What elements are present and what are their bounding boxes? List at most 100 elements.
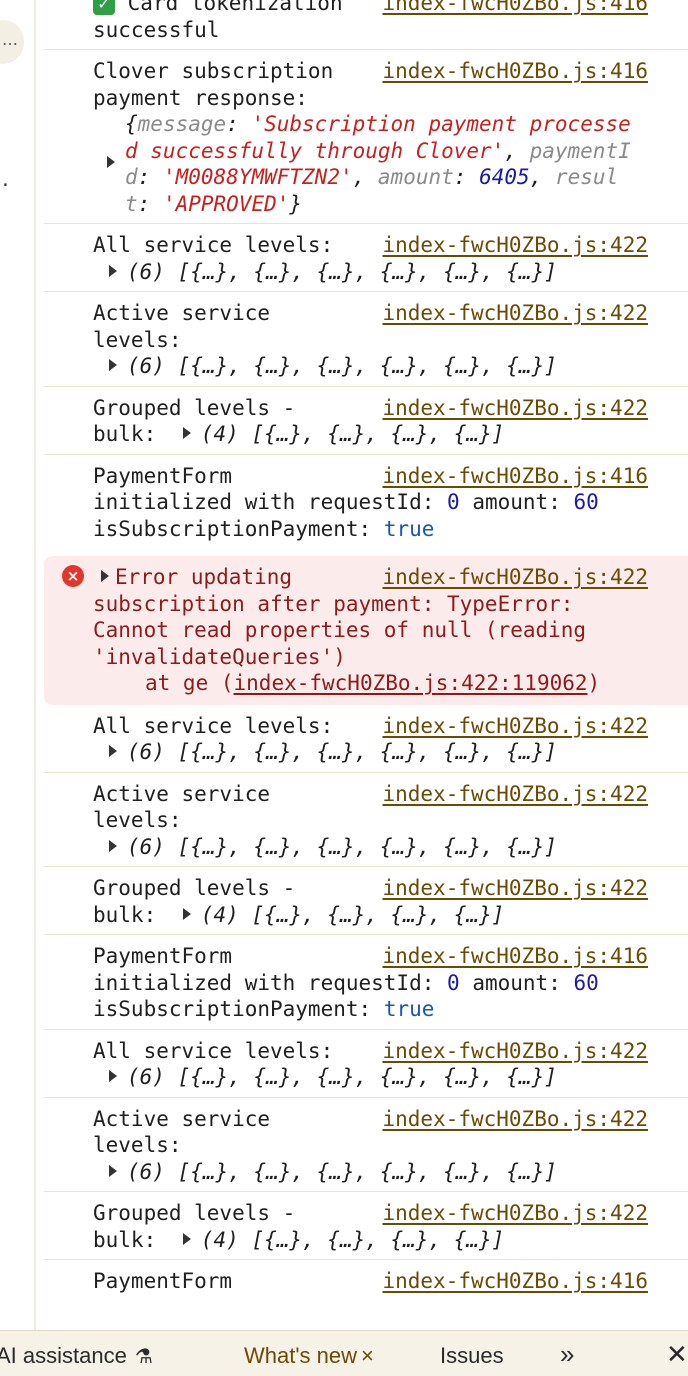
object-preview[interactable]: {message: 'Subscription payment processe… [93,111,648,217]
log-text: bulk: [93,902,157,927]
log-text: successful [93,17,220,42]
log-text: Clover subscription [93,59,334,83]
log-text: levels: [93,1133,182,1157]
array-preview[interactable]: (4) [{…}, {…}, {…}, {…}] [169,422,504,446]
more-icon[interactable]: … [0,20,24,64]
expand-triangle-icon[interactable] [107,156,115,168]
expand-triangle-icon[interactable] [182,907,191,920]
stack-frame: at ge (index-fwcH0ZBo.js:422:119062) [93,671,600,695]
source-link[interactable]: index-fwcH0ZBo.js:422 [382,1106,648,1133]
source-link[interactable]: index-fwcH0ZBo.js:422 [382,713,648,740]
source-link[interactable]: index-fwcH0ZBo.js:416 [382,0,648,17]
log-text: Active service [93,781,271,806]
array-preview[interactable]: (6) [{…}, {…}, {…}, {…}, {…}, {…}] [93,835,557,859]
array-value: (6) [{…}, {…}, {…}, {…}, {…}, {…}] [127,740,557,764]
error-text: 'invalidateQueries') [93,644,346,669]
tab-label: What's new [244,1343,358,1368]
source-link[interactable]: index-fwcH0ZBo.js:416 [382,1268,648,1295]
tab-whats-new[interactable]: What's new × [244,1343,374,1369]
expand-triangle-icon[interactable] [101,570,109,582]
value-paymentid: 'M0088YMWFTZN2' [162,165,353,189]
bool-value: true [383,997,435,1021]
log-entry-tokenization: index-fwcH0ZBo.js:416 ✓ Card tokenizatio… [44,0,688,50]
log-text: levels: [93,808,182,832]
log-entry-active-levels: index-fwcH0ZBo.js:422 Active service lev… [44,292,688,387]
source-link[interactable]: index-fwcH0ZBo.js:422 [382,1038,648,1065]
log-entry-payment-form: index-fwcH0ZBo.js:416 PaymentForm [44,1260,688,1301]
log-entry-grouped-levels: index-fwcH0ZBo.js:422 Grouped levels - b… [44,867,688,935]
log-entry-error: × index-fwcH0ZBo.js:422 Error updating s… [44,556,688,705]
array-preview[interactable]: (6) [{…}, {…}, {…}, {…}, {…}, {…}] [93,740,557,764]
amount-value: 60 [573,490,599,514]
log-text: bulk: [93,422,157,446]
error-text: subscription after payment: TypeError: [93,591,574,616]
log-text: levels: [93,327,182,352]
source-link[interactable]: index-fwcH0ZBo.js:416 [382,943,648,970]
log-text: All service levels: [93,1038,334,1063]
tab-issues[interactable]: Issues [440,1343,504,1369]
log-entry-payment-form: index-fwcH0ZBo.js:416 PaymentForm initia… [44,935,688,1030]
stack-source-link[interactable]: index-fwcH0ZBo.js:422:119062 [234,671,588,695]
log-text: amount: [472,490,561,514]
source-link[interactable]: index-fwcH0ZBo.js:422 [382,1200,648,1227]
log-text: PaymentForm [93,1269,233,1293]
array-preview[interactable]: (6) [{…}, {…}, {…}, {…}, {…}, {…}] [93,260,557,284]
more-tabs-icon[interactable]: » [560,1339,574,1370]
log-text: Grouped levels - [93,395,296,420]
source-link[interactable]: index-fwcH0ZBo.js:422 [382,875,648,902]
brace: } [289,191,303,216]
log-text: Grouped levels - [93,1201,296,1225]
source-link[interactable]: index-fwcH0ZBo.js:422 [382,300,648,327]
log-text: bulk: [93,1227,157,1252]
close-tab-icon[interactable]: × [361,1343,374,1368]
tab-ai-assistance[interactable]: AI assistance ⚗ [0,1343,153,1369]
expand-triangle-icon[interactable] [109,745,117,757]
close-drawer-icon[interactable]: ✕ [666,1339,688,1370]
array-value: (6) [{…}, {…}, {…}, {…}, {…}, {…}] [127,354,557,378]
array-preview[interactable]: (4) [{…}, {…}, {…}, {…}] [169,903,504,927]
expand-triangle-icon[interactable] [109,839,117,852]
log-text: amount: [472,970,561,995]
console-log: index-fwcH0ZBo.js:416 ✓ Card tokenizatio… [44,0,688,1330]
source-link[interactable]: index-fwcH0ZBo.js:422 [382,232,648,259]
log-entry-all-levels: index-fwcH0ZBo.js:422 All service levels… [44,224,688,292]
tab-label: AI assistance [0,1343,127,1368]
check-icon: ✓ [93,0,115,15]
value-amount: 6405 [479,165,530,189]
log-text: Grouped levels - [93,876,296,900]
array-preview[interactable]: (6) [{…}, {…}, {…}, {…}, {…}, {…}] [93,1160,557,1184]
log-text: All service levels: [93,233,334,257]
array-value: (4) [{…}, {…}, {…}, {…}] [200,422,505,446]
expand-triangle-icon[interactable] [109,1070,117,1082]
error-text: Error updating [115,565,293,589]
log-entry-all-levels: index-fwcH0ZBo.js:422 All service levels… [44,705,688,773]
log-entry-active-levels: index-fwcH0ZBo.js:422 Active service lev… [44,773,688,867]
expand-triangle-icon[interactable] [182,427,191,439]
log-text: initialized with requestId: [93,490,435,514]
key-message: message [137,112,227,136]
array-preview[interactable]: (6) [{…}, {…}, {…}, {…}, {…}, {…}] [93,354,557,378]
expand-triangle-icon[interactable] [109,359,117,371]
bool-value: true [383,516,435,541]
source-link[interactable]: index-fwcH0ZBo.js:416 [382,58,648,85]
expand-triangle-icon[interactable] [109,1164,117,1177]
source-link[interactable]: index-fwcH0ZBo.js:422 [382,781,648,808]
source-link[interactable]: index-fwcH0ZBo.js:416 [382,463,648,490]
log-entry-payment-form: index-fwcH0ZBo.js:416 PaymentForm initia… [44,455,688,549]
stack-text: at ge ( [145,671,234,695]
log-entry-clover-response: index-fwcH0ZBo.js:416 Clover subscriptio… [44,50,688,224]
array-preview[interactable]: (4) [{…}, {…}, {…}, {…}] [169,1228,504,1252]
log-entry-grouped-levels: index-fwcH0ZBo.js:422 Grouped levels - b… [44,1192,688,1260]
array-preview[interactable]: (6) [{…}, {…}, {…}, {…}, {…}, {…}] [93,1065,557,1089]
request-id-value: 0 [447,490,460,514]
log-text: isSubscriptionPayment: [93,516,372,541]
expand-triangle-icon[interactable] [109,264,117,277]
brace: { [125,112,138,136]
source-link[interactable]: index-fwcH0ZBo.js:422 [382,395,648,422]
expand-triangle-icon[interactable] [182,1232,191,1245]
array-value: (4) [{…}, {…}, {…}, {…}] [200,902,505,927]
source-link[interactable]: index-fwcH0ZBo.js:422 [382,564,648,591]
drawer-tab-bar: AI assistance ⚗ What's new × Issues » ✕ [0,1330,688,1376]
array-value: (6) [{…}, {…}, {…}, {…}, {…}, {…}] [127,1065,557,1089]
log-text: payment response: [93,85,308,110]
